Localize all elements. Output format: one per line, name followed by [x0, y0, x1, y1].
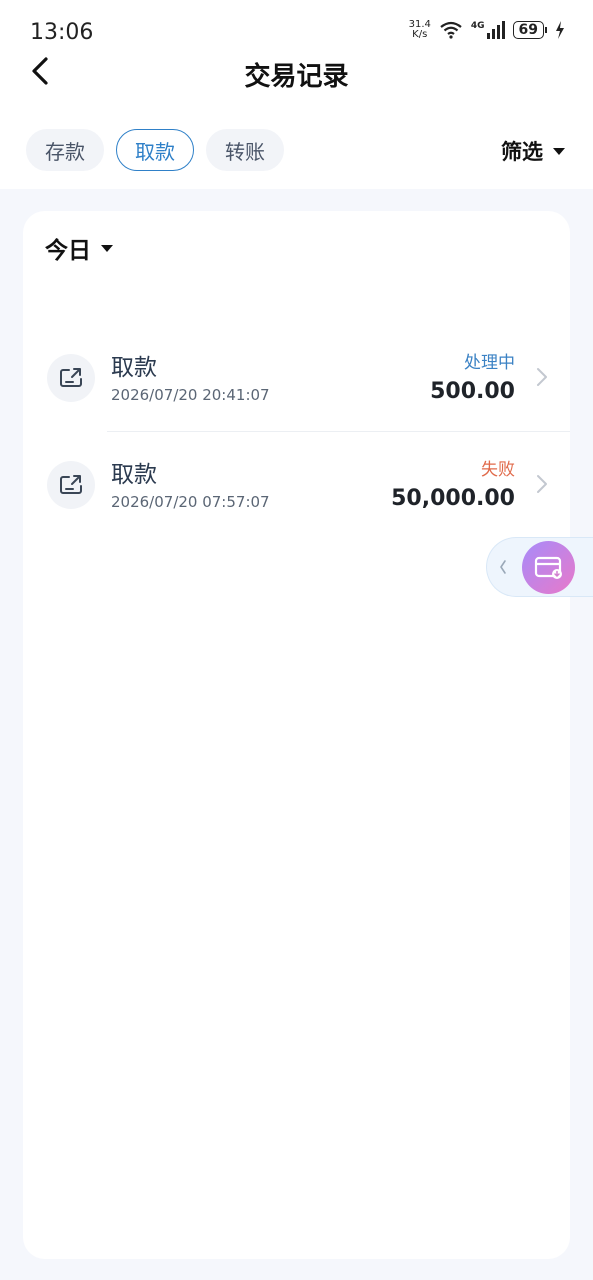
wallet-card-icon — [522, 541, 575, 594]
wifi-icon — [440, 21, 462, 39]
filter-button[interactable]: 筛选 — [501, 136, 565, 166]
page-title: 交易记录 — [244, 62, 349, 92]
cell-signal-icon: 4G — [471, 21, 505, 39]
battery-level: 69 — [512, 21, 544, 39]
chevron-left-icon — [500, 560, 506, 574]
network-type: 4G — [470, 21, 485, 31]
transaction-status: 处理中 — [464, 353, 515, 373]
transaction-amount: 50,000.00 — [391, 486, 515, 511]
transaction-row[interactable]: 取款 2026/07/20 20:41:07 处理中 500.00 — [23, 328, 570, 428]
caret-down-icon — [101, 244, 113, 252]
transaction-type: 取款 — [111, 462, 157, 488]
transaction-amount: 500.00 — [430, 379, 515, 404]
charging-icon — [556, 21, 564, 39]
net-speed-unit: K/s — [412, 29, 428, 40]
status-time: 13:06 — [30, 20, 94, 45]
transaction-type: 取款 — [111, 355, 157, 381]
transaction-datetime: 2026/07/20 07:57:07 — [111, 493, 270, 511]
period-selector[interactable]: 今日 — [45, 231, 113, 265]
navigation-bar: 交易记录 — [0, 48, 593, 98]
battery-icon: 69 — [512, 21, 547, 39]
floating-wallet-button[interactable] — [486, 537, 593, 597]
filter-label: 筛选 — [501, 140, 543, 164]
transaction-status: 失败 — [481, 460, 515, 480]
tab-transfer[interactable]: 转账 — [206, 129, 284, 171]
caret-down-icon — [553, 147, 565, 155]
chevron-right-icon — [537, 368, 547, 386]
chevron-right-icon — [537, 475, 547, 493]
withdraw-icon — [47, 354, 95, 402]
period-label: 今日 — [45, 238, 91, 264]
status-icons: 31.4 K/s 4G 69 — [409, 20, 565, 40]
row-divider — [107, 431, 570, 432]
tab-withdraw[interactable]: 取款 — [116, 129, 194, 171]
transaction-type-tabs: 存款 取款 转账 — [26, 129, 284, 171]
net-speed: 31.4 K/s — [409, 20, 431, 40]
withdraw-icon — [47, 461, 95, 509]
transactions-card: 今日 取款 2026/07/20 20:41:07 处理中 500.00 取款 … — [23, 211, 570, 1259]
transaction-datetime: 2026/07/20 20:41:07 — [111, 386, 270, 404]
transaction-row[interactable]: 取款 2026/07/20 07:57:07 失败 50,000.00 — [23, 435, 570, 535]
tab-deposit[interactable]: 存款 — [26, 129, 104, 171]
